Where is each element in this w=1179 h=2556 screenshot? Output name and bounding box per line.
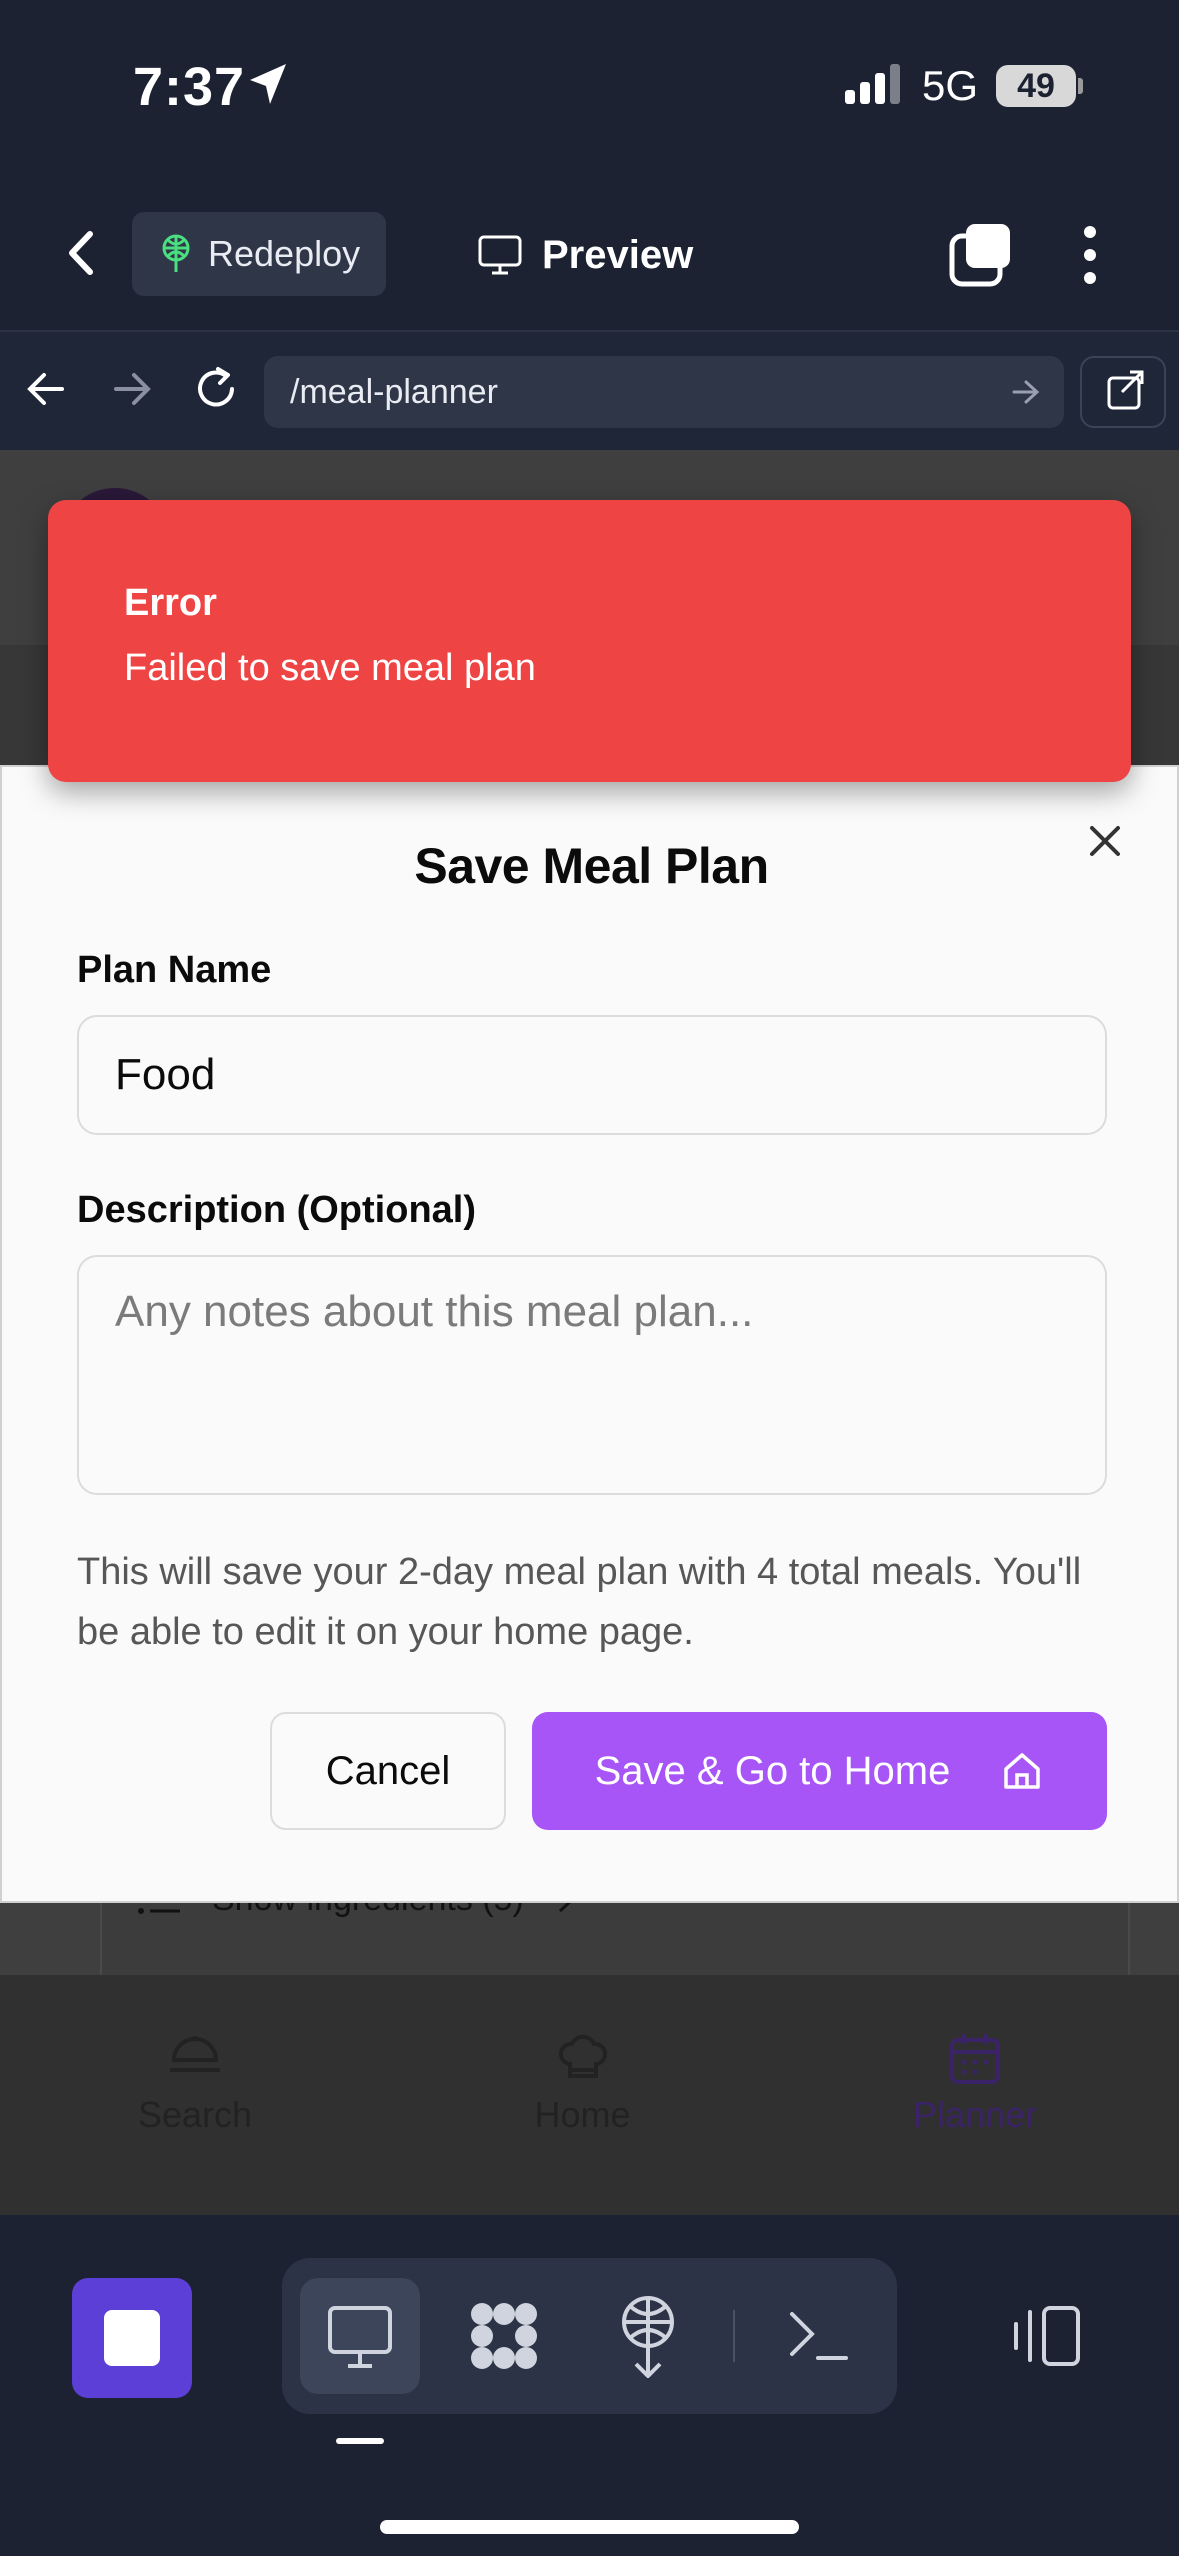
apps-icon[interactable] [464,2296,544,2376]
plan-name-input[interactable]: Food [77,1015,1107,1135]
nav-planner[interactable]: Planner [900,2030,1050,2136]
external-link-icon [1107,370,1144,410]
nav-search-label: Search [137,2094,253,2135]
error-toast: Error Failed to save meal plan [48,500,1131,782]
redeploy-label: Redeploy [208,233,361,274]
status-time: 7:37 [133,57,246,117]
search-food-icon [170,2036,220,2072]
description-textarea[interactable]: Any notes about this meal plan... [77,1255,1107,1495]
stop-icon [104,2310,160,2366]
plan-name-label: Plan Name [77,949,272,991]
active-indicator [336,2438,384,2444]
nav-home[interactable]: Home [500,2030,665,2136]
dialog-title: Save Meal Plan [414,838,769,894]
redeploy-button[interactable]: Redeploy [132,212,386,296]
calendar-icon [950,2034,1000,2084]
more-options-icon[interactable] [1080,222,1100,288]
battery-indicator: 49 [996,65,1076,107]
battery-cap [1078,78,1083,94]
open-external-button[interactable] [1080,356,1166,428]
location-arrow-icon [250,64,286,104]
save-meal-plan-dialog: Save Meal Plan Plan Name Food Descriptio… [0,765,1179,1903]
nav-planner-label: Planner [912,2094,1038,2135]
preview-tab[interactable]: Preview [478,222,693,288]
terminal-icon[interactable] [786,2306,850,2366]
go-arrow-icon[interactable] [1010,376,1042,408]
close-icon[interactable] [1084,820,1126,862]
dock-divider [733,2310,735,2362]
back-icon[interactable] [58,220,108,286]
network-label: 5G [922,62,979,109]
home-icon [1004,1753,1041,1789]
save-go-home-button[interactable]: Save & Go to Home [532,1712,1107,1830]
panel-icon[interactable] [1010,2304,1082,2368]
toast-title: Error [124,582,217,624]
info-text: This will save your 2-day meal plan with… [77,1551,1082,1653]
desktop-button[interactable] [300,2278,420,2394]
toast-message: Failed to save meal plan [124,647,536,689]
desktop-icon [328,2306,392,2368]
signal-icon [845,64,900,104]
browser-forward-icon[interactable] [110,367,154,411]
monitor-icon [478,235,522,275]
chef-hat-icon [558,2034,607,2078]
browser-back-icon[interactable] [24,367,68,411]
nav-home-label: Home [534,2094,631,2135]
deploy-icon[interactable] [616,2294,680,2378]
cancel-button[interactable]: Cancel [270,1712,506,1830]
preview-label: Preview [542,232,694,277]
home-indicator [380,2520,799,2534]
save-button-label: Save & Go to Home [594,1748,951,1793]
windows-icon[interactable] [948,222,1014,288]
nav-search[interactable]: Search [120,2030,270,2136]
description-label: Description (Optional) [77,1189,476,1231]
deploy-icon [162,234,190,272]
reload-icon[interactable] [192,365,240,413]
url-field[interactable]: /meal-planner [264,356,1064,428]
